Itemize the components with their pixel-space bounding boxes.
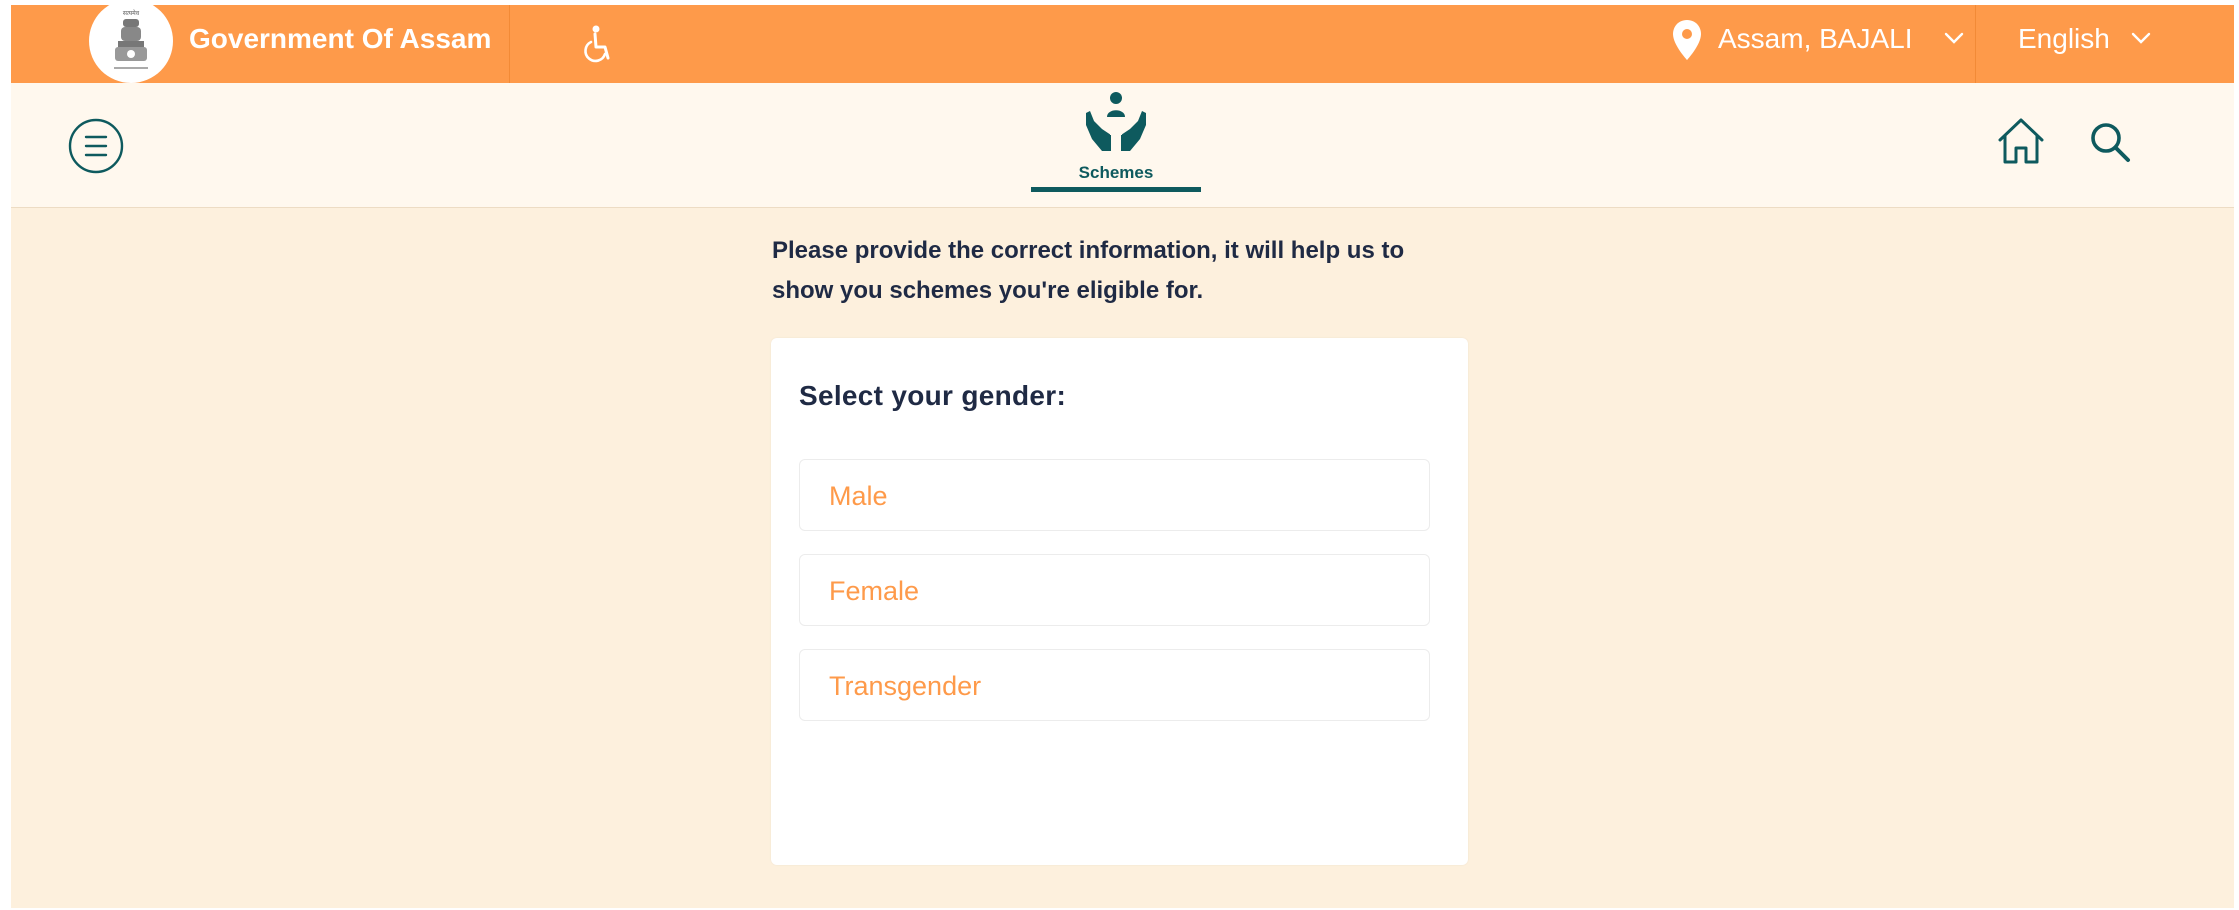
- chevron-down-icon[interactable]: [1941, 28, 1967, 48]
- home-button[interactable]: [1994, 114, 2048, 168]
- tab-schemes-label: Schemes: [1078, 163, 1154, 182]
- language-selector[interactable]: English: [2018, 21, 2110, 57]
- location-selector[interactable]: Assam, BAJALI: [1718, 21, 1913, 57]
- nav-bar: Schemes: [11, 83, 2234, 208]
- chevron-down-icon[interactable]: [2128, 28, 2154, 48]
- option-male[interactable]: Male: [799, 459, 1430, 531]
- option-label: Transgender: [829, 671, 982, 701]
- government-title[interactable]: Government Of Assam: [189, 21, 491, 57]
- menu-icon: [68, 118, 124, 174]
- option-female[interactable]: Female: [799, 554, 1430, 626]
- search-icon: [2091, 123, 2130, 162]
- divider: [509, 5, 510, 83]
- active-tab-indicator: [1031, 187, 1201, 192]
- menu-button[interactable]: [68, 118, 124, 174]
- tab-schemes[interactable]: Schemes: [1031, 83, 1201, 193]
- map-pin-icon: [1670, 18, 1704, 62]
- intro-line: Please provide the correct information, …: [772, 237, 1405, 264]
- gender-question: Select your gender:: [799, 380, 1067, 411]
- option-label: Male: [829, 481, 888, 511]
- home-icon: [1998, 118, 2044, 164]
- intro-text: Please provide the correct information, …: [772, 231, 1492, 311]
- option-transgender[interactable]: Transgender: [799, 649, 1430, 721]
- state-emblem-icon[interactable]: सत्यमेव: [89, 5, 173, 83]
- divider: [1975, 5, 1976, 83]
- gender-card: Select your gender: Male Female Transgen…: [771, 338, 1468, 865]
- page-frame: सत्यमेव Government Of Assam Assam, BAJAL…: [11, 5, 2234, 908]
- search-button[interactable]: [2088, 120, 2132, 164]
- svg-text:सत्यमेव: सत्यमेव: [123, 9, 140, 17]
- top-bar: सत्यमेव Government Of Assam Assam, BAJAL…: [11, 5, 2234, 83]
- option-label: Female: [829, 576, 920, 606]
- helping-hands-icon: [1082, 91, 1150, 155]
- intro-line: show you schemes you're eligible for.: [772, 277, 1204, 304]
- accessibility-icon[interactable]: [579, 23, 619, 65]
